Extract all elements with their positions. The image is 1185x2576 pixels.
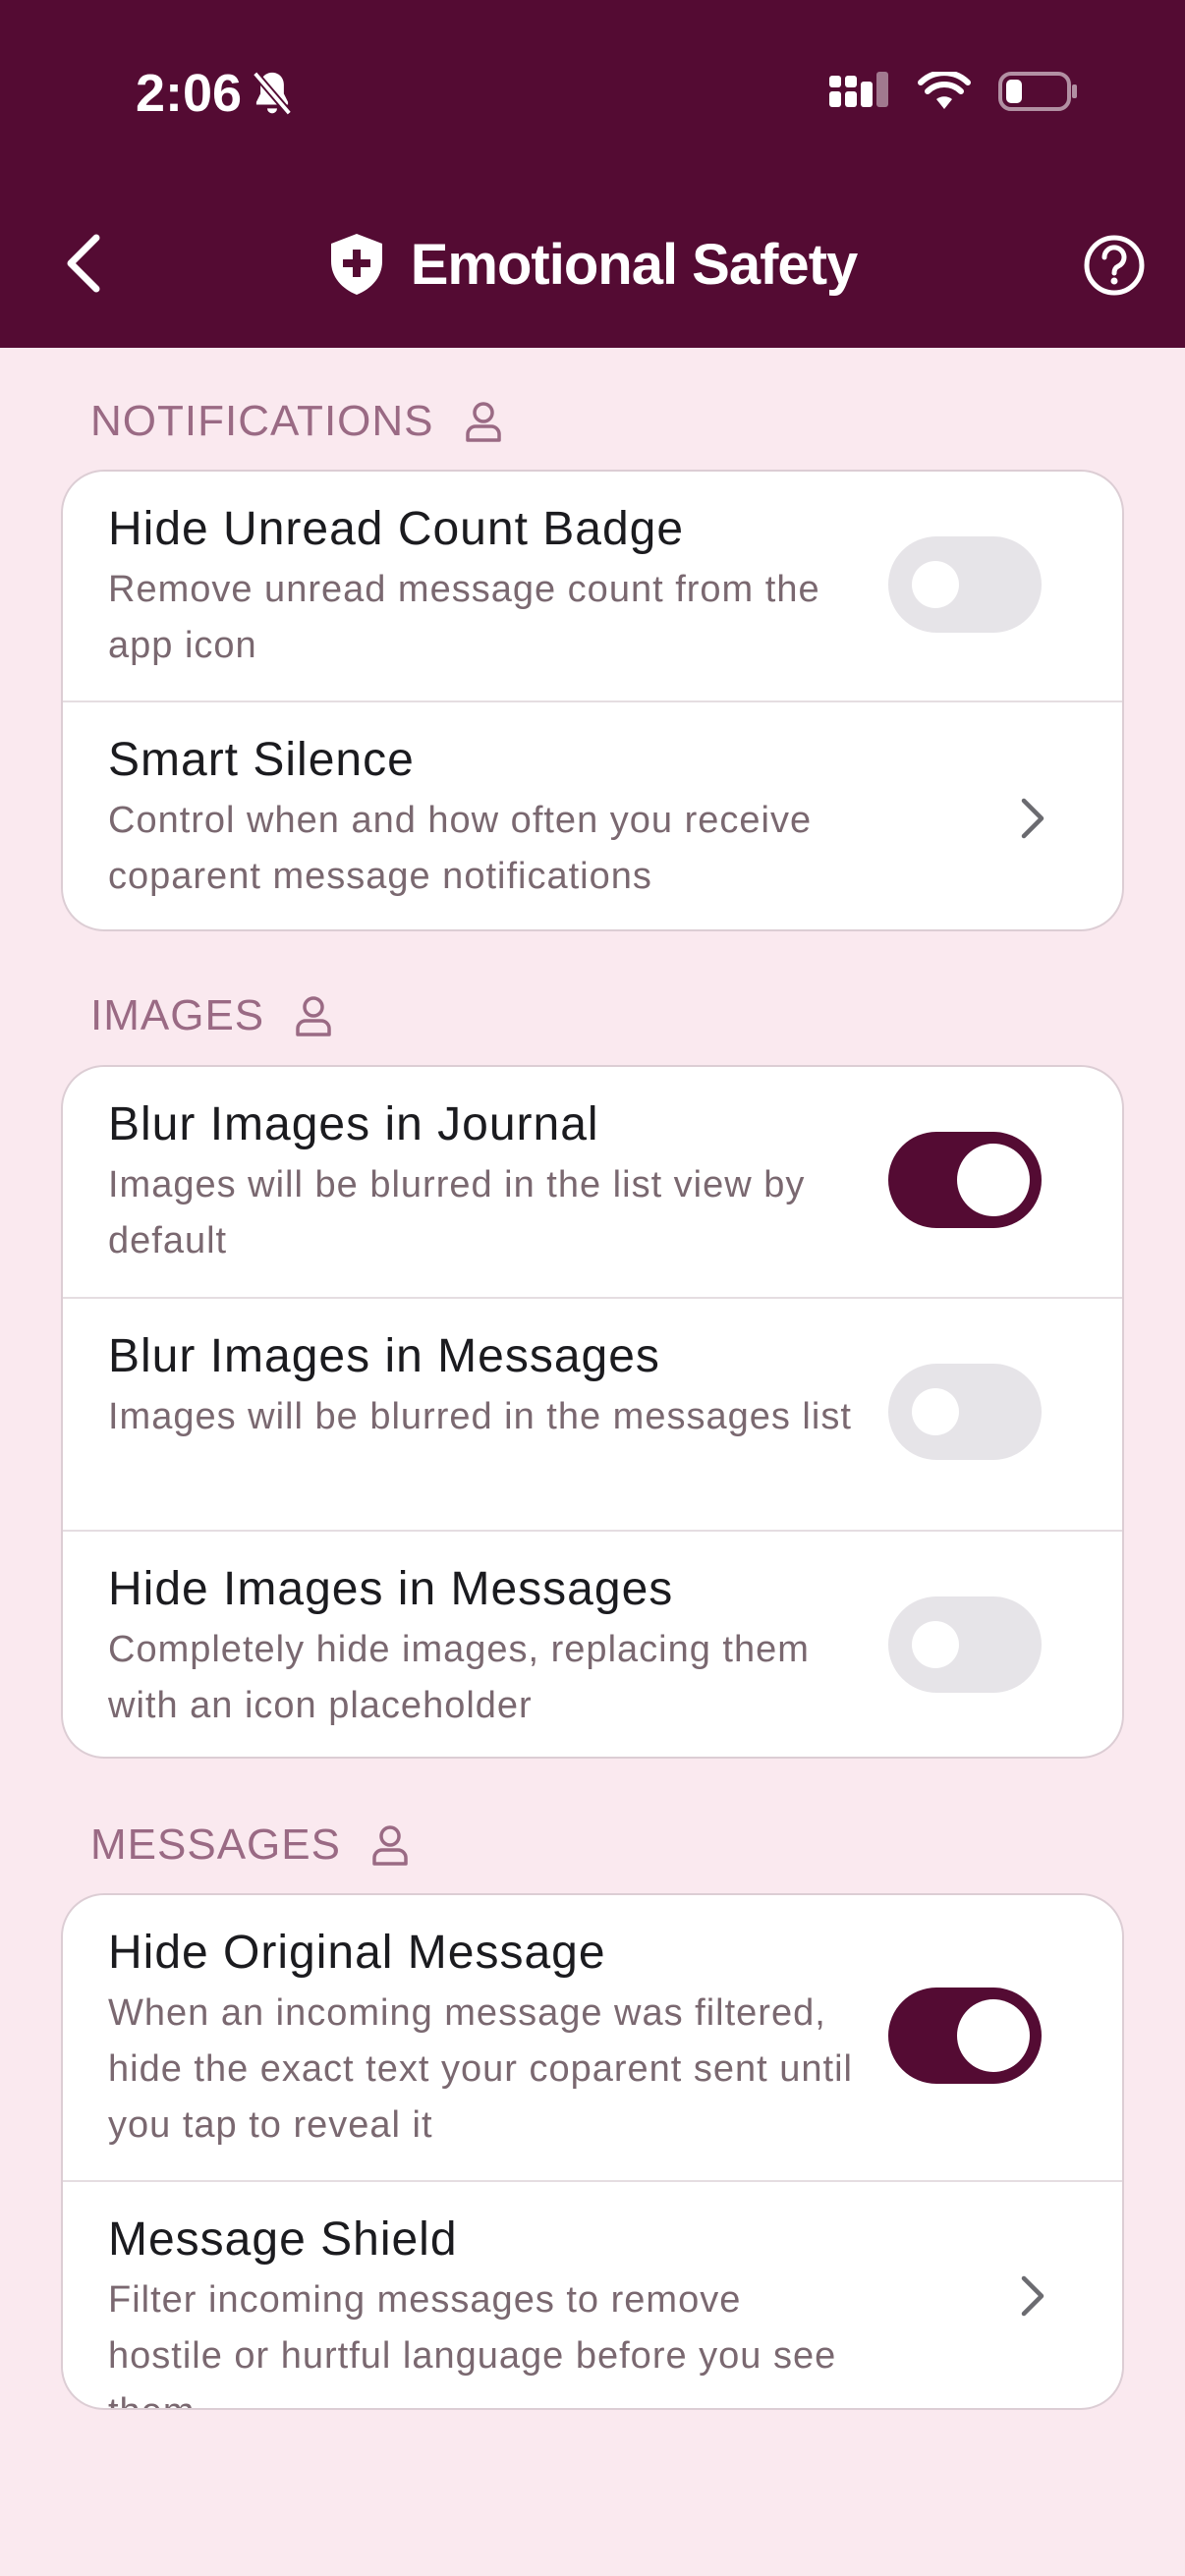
section-label-messages: MESSAGES xyxy=(90,1820,410,1870)
help-button[interactable] xyxy=(1083,234,1146,297)
person-icon xyxy=(296,996,331,1036)
card-images: Blur Images in Journal Images will be bl… xyxy=(61,1065,1124,1759)
row-title: Smart Silence xyxy=(108,734,415,786)
row-description: Images will be blurred in the messages l… xyxy=(108,1396,852,1437)
wifi-icon xyxy=(918,72,971,109)
person-icon xyxy=(465,402,501,442)
page-title: Emotional Safety xyxy=(0,222,1185,307)
hide-images-messages-toggle[interactable] xyxy=(888,1596,1042,1693)
page-title-text: Emotional Safety xyxy=(410,232,859,297)
chevron-right-icon xyxy=(1021,798,1044,839)
chevron-right-icon xyxy=(1021,2275,1044,2317)
row-hide-original-message[interactable]: Hide Original Message When an incoming m… xyxy=(63,1895,1122,2182)
app-header: 2:06 Emotional Safety xyxy=(0,0,1185,348)
row-description: When an incoming message was filtered, h… xyxy=(108,1992,853,2146)
hide-original-message-toggle[interactable] xyxy=(888,1988,1042,2084)
status-bar-time: 2:06 xyxy=(136,63,295,124)
row-description: Remove unread message count from the app… xyxy=(108,569,820,666)
section-label-notifications: NOTIFICATIONS xyxy=(90,397,503,446)
toggle-knob xyxy=(957,1999,1030,2072)
row-smart-silence[interactable]: Smart Silence Control when and how often… xyxy=(63,702,1122,929)
toggle-knob xyxy=(957,1144,1030,1216)
shield-plus-icon xyxy=(330,234,382,295)
row-description: Images will be blurred in the list view … xyxy=(108,1164,806,1261)
bell-slash-icon xyxy=(252,71,293,116)
toggle-knob xyxy=(912,1388,959,1435)
status-time-text: 2:06 xyxy=(136,64,243,123)
row-description: Filter incoming messages to remove hosti… xyxy=(108,2279,837,2408)
row-blur-images-messages[interactable]: Blur Images in Messages Images will be b… xyxy=(63,1299,1122,1532)
person-icon xyxy=(372,1825,408,1866)
toggle-knob xyxy=(912,561,959,608)
row-description: Control when and how often you receive c… xyxy=(108,800,813,897)
card-notifications: Hide Unread Count Badge Remove unread me… xyxy=(61,470,1124,931)
hide-unread-count-toggle[interactable] xyxy=(888,536,1042,633)
battery-low-icon xyxy=(998,72,1077,111)
blur-images-journal-toggle[interactable] xyxy=(888,1132,1042,1228)
section-label-images: IMAGES xyxy=(90,991,333,1040)
card-messages: Hide Original Message When an incoming m… xyxy=(61,1893,1124,2410)
row-hide-unread-count-badge[interactable]: Hide Unread Count Badge Remove unread me… xyxy=(63,472,1122,702)
row-description: Completely hide images, replacing them w… xyxy=(108,1629,810,1726)
toggle-knob xyxy=(912,1621,959,1668)
blur-images-messages-toggle[interactable] xyxy=(888,1364,1042,1460)
row-title: Hide Original Message xyxy=(108,1927,606,1979)
question-circle-icon xyxy=(1084,235,1145,296)
status-icons xyxy=(829,71,1079,112)
row-title: Message Shield xyxy=(108,2213,458,2266)
row-message-shield[interactable]: Message Shield Filter incoming messages … xyxy=(63,2182,1122,2408)
row-blur-images-journal[interactable]: Blur Images in Journal Images will be bl… xyxy=(63,1067,1122,1299)
row-hide-images-messages[interactable]: Hide Images in Messages Completely hide … xyxy=(63,1532,1122,1757)
cellular-signal-icon xyxy=(829,72,888,107)
